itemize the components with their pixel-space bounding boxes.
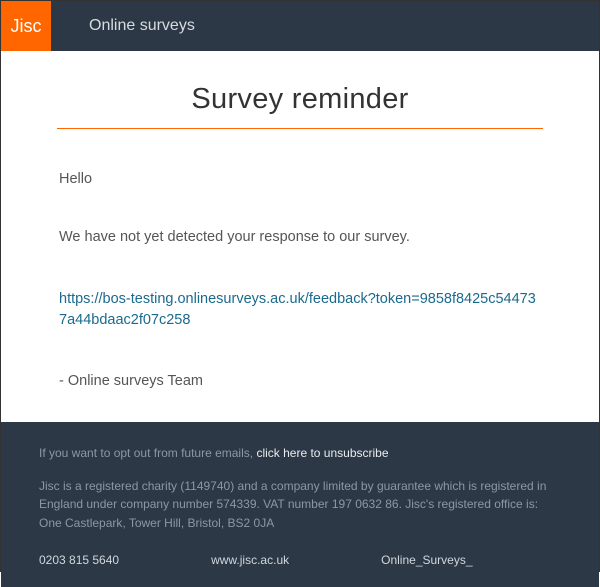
contact-social: Online_Surveys_: [381, 551, 472, 570]
opt-out-text: If you want to opt out from future email…: [39, 444, 561, 463]
contact-phone: 0203 815 5640: [39, 551, 119, 570]
contact-row: 0203 815 5640 www.jisc.ac.uk Online_Surv…: [39, 551, 561, 570]
email-title: Survey reminder: [39, 83, 561, 116]
divider: [57, 128, 543, 129]
unsubscribe-link[interactable]: click here to unsubscribe: [256, 446, 388, 460]
opt-out-prefix: If you want to opt out from future email…: [39, 446, 256, 460]
email-footer: If you want to opt out from future email…: [1, 422, 599, 587]
greeting-text: Hello: [59, 169, 541, 191]
legal-text: Jisc is a registered charity (1149740) a…: [39, 477, 561, 533]
signoff-text: - Online surveys Team: [59, 371, 541, 393]
jisc-logo: Jisc: [1, 1, 51, 51]
product-name: Online surveys: [89, 17, 195, 35]
reminder-message: We have not yet detected your response t…: [59, 227, 541, 249]
survey-link[interactable]: https://bos-testing.onlinesurveys.ac.uk/…: [59, 289, 541, 331]
contact-website: www.jisc.ac.uk: [211, 551, 289, 570]
email-body: Survey reminder Hello We have not yet de…: [1, 51, 599, 422]
email-header: Jisc Online surveys: [1, 1, 599, 51]
